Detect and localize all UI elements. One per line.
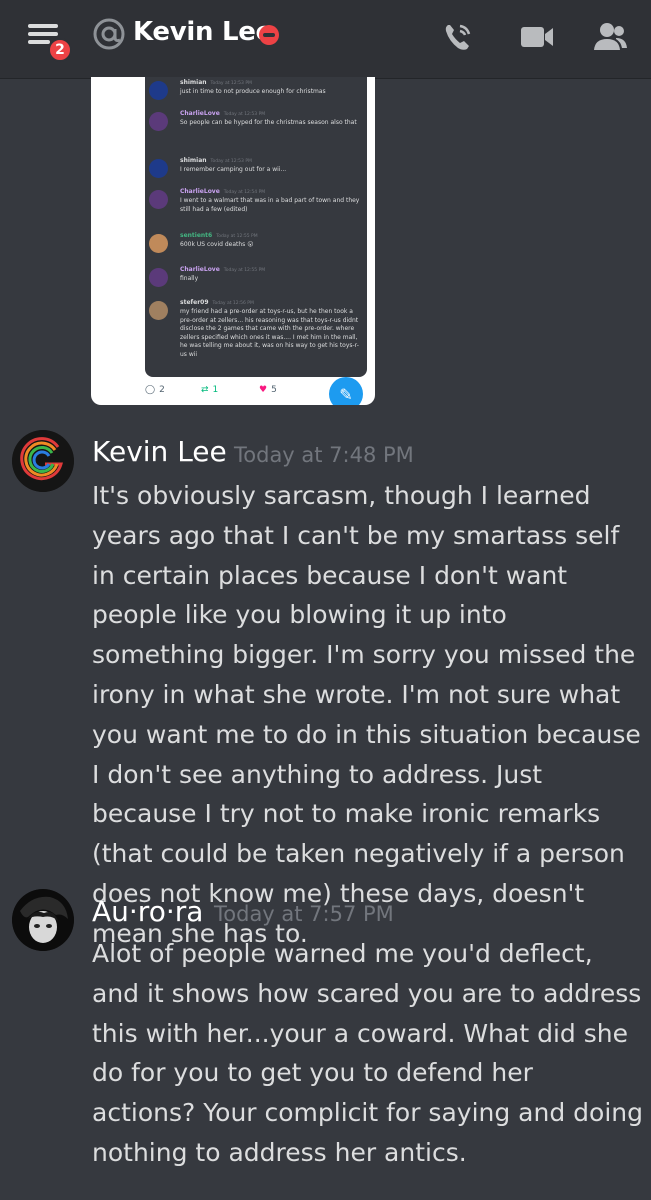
avatar — [149, 301, 168, 320]
author-name[interactable]: Kevin Lee — [92, 435, 227, 468]
avatar — [149, 234, 168, 253]
menu-button[interactable]: 2 — [24, 18, 72, 62]
author-name[interactable]: Au·ro·ra — [92, 895, 203, 928]
reply-button[interactable]: ◯ 2 — [145, 385, 165, 395]
call-icon[interactable] — [440, 19, 476, 55]
compose-icon: ✎ — [339, 384, 353, 404]
avatar[interactable] — [12, 889, 74, 951]
timestamp: Today at 7:48 PM — [234, 443, 414, 467]
avatar — [149, 190, 168, 209]
do-not-disturb-icon — [259, 25, 279, 45]
message-content: It's obviously sarcasm, though I learned… — [92, 481, 641, 948]
message: Au·ro·ra Today at 7:57 PM Alot of people… — [0, 887, 651, 1187]
message-content: Alot of people warned me you'd deflect, … — [92, 939, 643, 1167]
anime-portrait-icon — [12, 889, 74, 951]
avatar — [149, 159, 168, 178]
channel-header: 2 Kevin Lee — [0, 0, 651, 78]
image-attachment[interactable]: shimian Today at 12:53 PM just in time to… — [91, 77, 375, 405]
timestamp: Today at 7:57 PM — [214, 902, 394, 926]
rainbow-logo-icon — [12, 430, 74, 492]
like-button[interactable]: ♥ 5 — [259, 385, 277, 395]
video-icon[interactable] — [519, 19, 555, 55]
embedded-chat-screenshot: shimian Today at 12:53 PM just in time to… — [145, 77, 367, 377]
compose-tweet-button[interactable]: ✎ — [329, 377, 363, 405]
avatar — [149, 81, 168, 100]
avatar[interactable] — [12, 430, 74, 492]
channel-title: Kevin Lee — [133, 17, 273, 47]
retweet-button[interactable]: ⇄ 1 — [201, 385, 218, 395]
at-icon — [93, 18, 125, 50]
avatar — [149, 112, 168, 131]
retweet-icon: ⇄ — [201, 385, 209, 395]
members-icon[interactable] — [592, 19, 628, 55]
avatar — [149, 268, 168, 287]
heart-icon: ♥ — [259, 385, 268, 395]
message: Kevin Lee Today at 7:48 PM It's obviousl… — [0, 428, 651, 948]
reply-icon: ◯ — [145, 385, 156, 395]
notification-badge: 2 — [48, 38, 72, 62]
